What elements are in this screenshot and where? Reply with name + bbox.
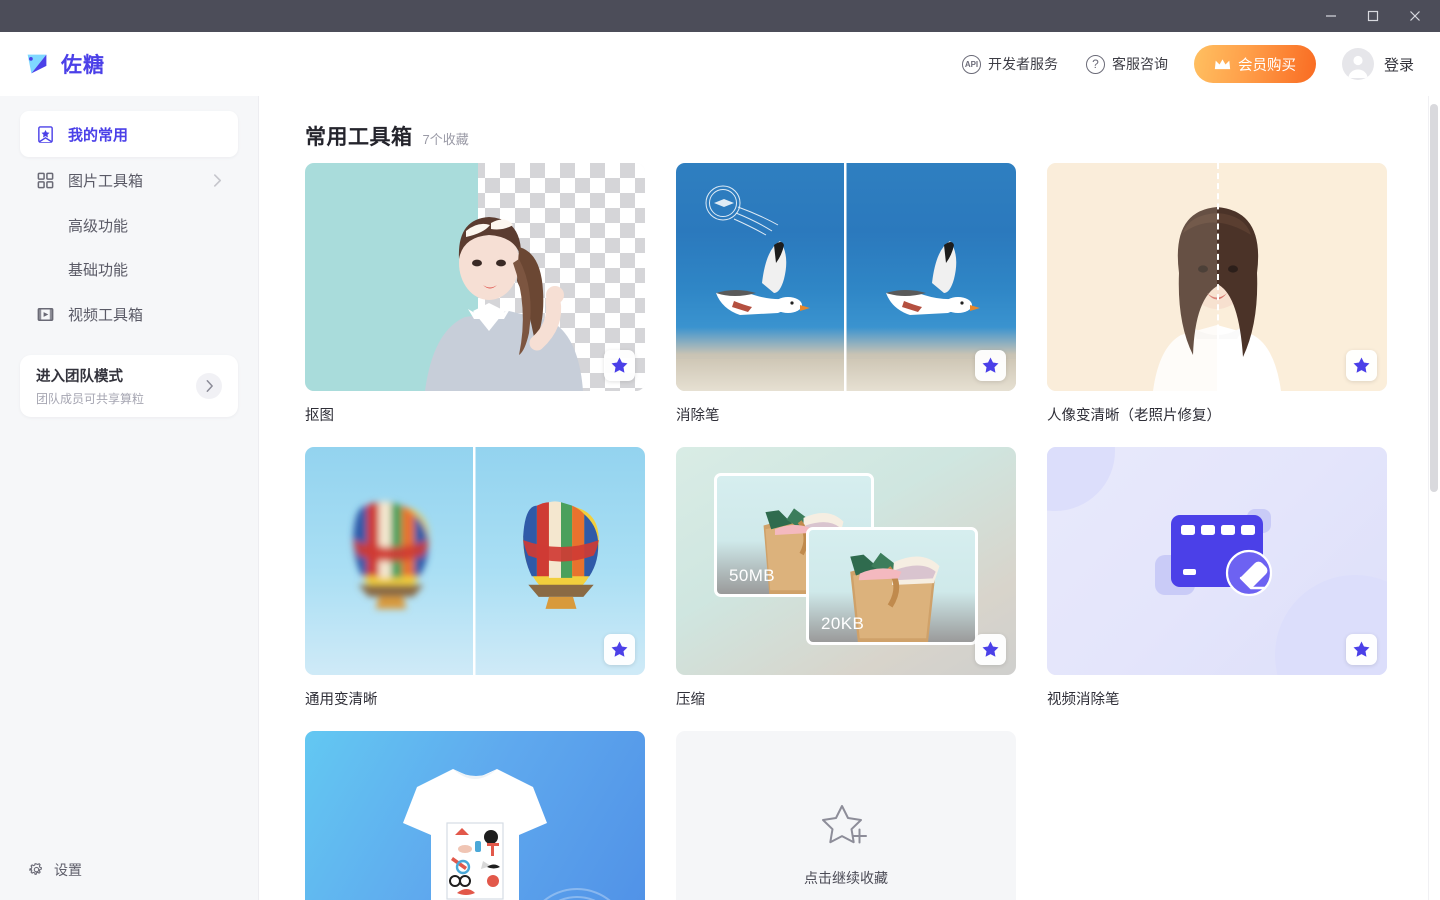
sidebar: 我的常用 图片工具箱 高级功能 基础功能 视频工具箱 进入团队模式 团队成员可共… [0, 96, 259, 900]
customer-service-button[interactable]: ? 客服咨询 [1072, 48, 1182, 80]
favorite-badge[interactable] [975, 634, 1006, 665]
page-header: 常用工具箱 7个收藏 [305, 96, 1440, 163]
tool-thumbnail [305, 163, 645, 391]
video-eraser-illustration [1155, 509, 1273, 597]
window-close-button[interactable] [1394, 0, 1436, 32]
window-minimize-button[interactable] [1310, 0, 1352, 32]
favorite-badge[interactable] [975, 350, 1006, 381]
size-before-label: 50MB [729, 566, 776, 585]
main-scrollbar-thumb[interactable] [1430, 104, 1438, 492]
window-titlebar [0, 0, 1440, 32]
tool-card-compress[interactable]: 50MB 20KB 压缩 [676, 447, 1016, 709]
login-button[interactable]: 登录 [1341, 48, 1414, 80]
sidebar-item-label: 高级功能 [68, 217, 129, 235]
main-scrollbar-track[interactable] [1428, 96, 1440, 900]
chevron-right-icon [206, 380, 213, 392]
add-favorite-card[interactable]: 点击继续收藏 [676, 731, 1016, 900]
favorites-count: 7个收藏 [422, 132, 469, 147]
sidebar-item-label: 图片工具箱 [68, 172, 144, 190]
sidebar-item-my-favorites[interactable]: 我的常用 [20, 111, 238, 157]
grid-icon [37, 172, 54, 188]
photo-after: 20KB [806, 527, 978, 645]
team-mode-text: 进入团队模式 团队成员可共享算粒 [36, 365, 196, 407]
developer-service-button[interactable]: API 开发者服务 [948, 48, 1072, 80]
favorite-badge[interactable] [604, 634, 635, 665]
star-icon [1353, 357, 1370, 373]
tool-card-label: 视频消除笔 [1047, 692, 1120, 708]
zuotang-logo-icon [27, 54, 47, 74]
tshirt-illustration [403, 769, 611, 900]
seagull-comparison-illustration [705, 163, 980, 391]
tool-thumbnail [676, 163, 1016, 391]
page-title: 常用工具箱 [305, 126, 413, 149]
main-content: 常用工具箱 7个收藏 抠图 消除笔 人像变清晰（老照片修复） 通用变清晰 50M… [259, 96, 1440, 900]
vip-purchase-button[interactable]: 会员购买 [1193, 45, 1316, 83]
star-icon [1353, 641, 1370, 657]
tool-card-label: 通用变清晰 [305, 692, 378, 708]
sidebar-item-label: 视频工具箱 [68, 306, 144, 324]
tools-grid: 抠图 消除笔 人像变清晰（老照片修复） 通用变清晰 50MB 20KB 压缩 视… [305, 163, 1440, 900]
star-plus-icon [822, 805, 867, 844]
sidebar-item-video-toolbox[interactable]: 视频工具箱 [20, 291, 238, 337]
brand-logo-area[interactable]: 佐糖 [22, 49, 105, 79]
star-icon [982, 357, 999, 373]
girl-cutout-illustration [425, 217, 583, 391]
size-after-label: 20KB [821, 614, 865, 633]
bookmark-star-icon [38, 125, 53, 143]
tool-thumbnail: 50MB 20KB [676, 447, 1016, 675]
team-mode-arrow-button[interactable] [196, 373, 222, 399]
api-icon: API [961, 54, 981, 74]
developer-service-label: 开发者服务 [987, 56, 1058, 72]
vip-purchase-label: 会员购买 [1237, 57, 1296, 74]
star-icon [611, 641, 628, 657]
tool-card-eraser[interactable]: 消除笔 [676, 163, 1016, 425]
tool-thumbnail [305, 731, 645, 900]
favorite-badge[interactable] [604, 350, 635, 381]
window-maximize-button[interactable] [1352, 0, 1394, 32]
chevron-right-icon [213, 173, 222, 187]
login-label: 登录 [1383, 56, 1414, 74]
tool-card-tshirt[interactable] [305, 731, 645, 900]
favorite-badge[interactable] [1346, 350, 1377, 381]
tool-card-universal-enhance[interactable]: 通用变清晰 [305, 447, 645, 709]
film-icon [37, 307, 54, 321]
avatar [1341, 48, 1374, 80]
tool-card-label: 消除笔 [676, 408, 720, 424]
customer-service-label: 客服咨询 [1111, 56, 1168, 72]
tool-card-label: 压缩 [676, 692, 705, 708]
comparison-divider [1217, 163, 1219, 391]
tool-card-cutout[interactable]: 抠图 [305, 163, 645, 425]
team-mode-card[interactable]: 进入团队模式 团队成员可共享算粒 [20, 355, 238, 417]
settings-label: 设置 [54, 862, 82, 878]
brand-name: 佐糖 [61, 54, 105, 77]
sidebar-item-basic-features[interactable]: 基础功能 [20, 247, 238, 291]
tool-card-label: 抠图 [305, 408, 334, 424]
question-mark-icon: ? [1085, 54, 1105, 74]
tool-card-portrait-enhance[interactable]: 人像变清晰（老照片修复） [1047, 163, 1387, 425]
header-actions: API 开发者服务 ? 客服咨询 会员购买 登录 [948, 45, 1414, 83]
crown-icon [1214, 58, 1231, 69]
tool-thumbnail [1047, 163, 1387, 391]
tool-thumbnail [1047, 447, 1387, 675]
app-body: 我的常用 图片工具箱 高级功能 基础功能 视频工具箱 进入团队模式 团队成员可共… [0, 96, 1440, 900]
team-mode-title: 进入团队模式 [36, 369, 123, 385]
user-avatar-icon [1348, 55, 1368, 78]
sidebar-item-label: 基础功能 [68, 261, 129, 279]
sidebar-item-advanced-features[interactable]: 高级功能 [20, 203, 238, 247]
star-icon [982, 641, 999, 657]
team-mode-subtitle: 团队成员可共享算粒 [36, 392, 145, 406]
settings-button[interactable]: 设置 [20, 854, 90, 886]
app-header: 佐糖 API 开发者服务 ? 客服咨询 会员购买 登录 [0, 32, 1440, 96]
star-icon [611, 357, 628, 373]
sidebar-item-image-toolbox[interactable]: 图片工具箱 [20, 157, 238, 203]
favorite-badge[interactable] [1346, 634, 1377, 665]
add-favorite-label: 点击继续收藏 [804, 870, 888, 886]
tool-card-label: 人像变清晰（老照片修复） [1047, 408, 1221, 424]
tool-thumbnail [305, 447, 645, 675]
gear-icon [29, 862, 42, 875]
sidebar-item-label: 我的常用 [68, 126, 129, 144]
hot-air-balloon-comparison [353, 447, 599, 675]
tool-card-video-eraser[interactable]: 视频消除笔 [1047, 447, 1387, 709]
